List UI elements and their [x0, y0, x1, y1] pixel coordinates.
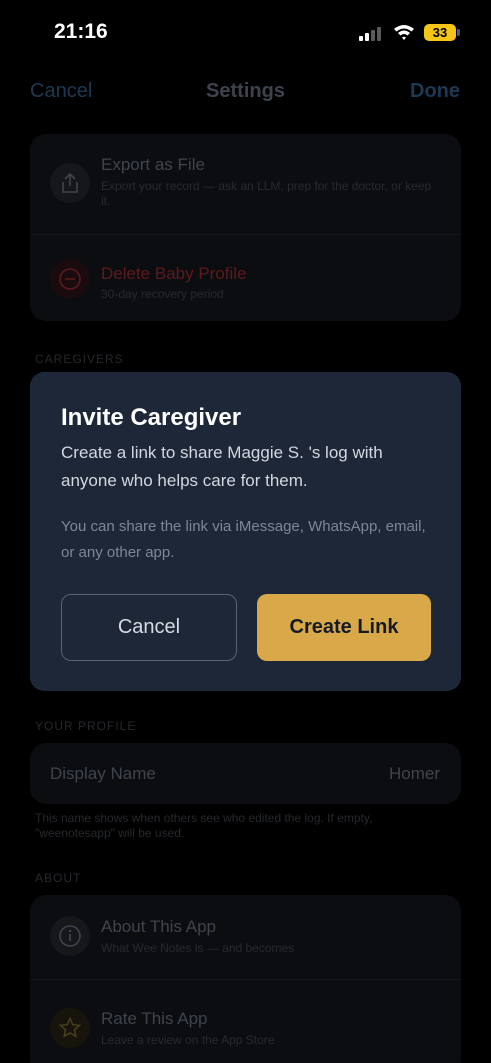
dialog-cancel-button[interactable]: Cancel [61, 594, 237, 661]
about-app-title: About This App [101, 917, 216, 936]
section-caregivers: CAREGIVERS [35, 352, 124, 366]
rate-app-subtitle: Leave a review on the App Store [101, 1033, 275, 1047]
export-subtitle: Export your record — ask an LLM, prep fo… [101, 179, 432, 208]
share-icon [50, 163, 90, 203]
dialog-note: You can share the link via iMessage, Wha… [61, 518, 426, 561]
battery-icon: 33 [424, 24, 460, 41]
dialog-body: Create a link to share Maggie S. 's log … [61, 443, 383, 490]
info-icon [50, 916, 90, 956]
create-link-button[interactable]: Create Link [257, 594, 431, 661]
export-title: Export as File [101, 155, 205, 174]
data-card: Export as File Export your record — ask … [30, 134, 461, 321]
export-row[interactable]: Export as File Export your record — ask … [30, 134, 461, 234]
section-your-profile: YOUR PROFILE [35, 719, 137, 733]
delete-row[interactable]: Delete Baby Profile 30-day recovery peri… [30, 235, 461, 321]
status-bar: 21:16 33 [0, 0, 491, 60]
invite-caregiver-dialog: Invite Caregiver Create a link to share … [30, 372, 461, 691]
display-name-card[interactable]: Display Name Homer [30, 743, 461, 804]
minus-circle-icon [50, 259, 90, 299]
delete-title: Delete Baby Profile [101, 264, 247, 283]
nav-bar: Cancel Settings Done [0, 76, 491, 108]
rate-app-row[interactable]: Rate This App Leave a review on the App … [30, 980, 461, 1063]
cellular-signal-icon [359, 25, 383, 41]
delete-subtitle: 30-day recovery period [101, 287, 224, 301]
about-card: About This App What Wee Notes is — and b… [30, 895, 461, 1063]
rate-app-title: Rate This App [101, 1009, 208, 1028]
nav-done-button[interactable]: Done [410, 80, 460, 103]
status-time: 21:16 [54, 20, 108, 43]
display-name-value[interactable]: Homer [389, 764, 440, 784]
about-app-row[interactable]: About This App What Wee Notes is — and b… [30, 895, 461, 979]
section-about: ABOUT [35, 871, 82, 885]
display-name-footnote: This name shows when others see who edit… [35, 811, 373, 840]
dialog-title: Invite Caregiver [61, 404, 242, 431]
star-icon [50, 1008, 90, 1048]
display-name-label: Display Name [50, 764, 156, 783]
about-app-subtitle: What Wee Notes is — and becomes [101, 941, 295, 955]
wifi-icon [394, 25, 414, 40]
